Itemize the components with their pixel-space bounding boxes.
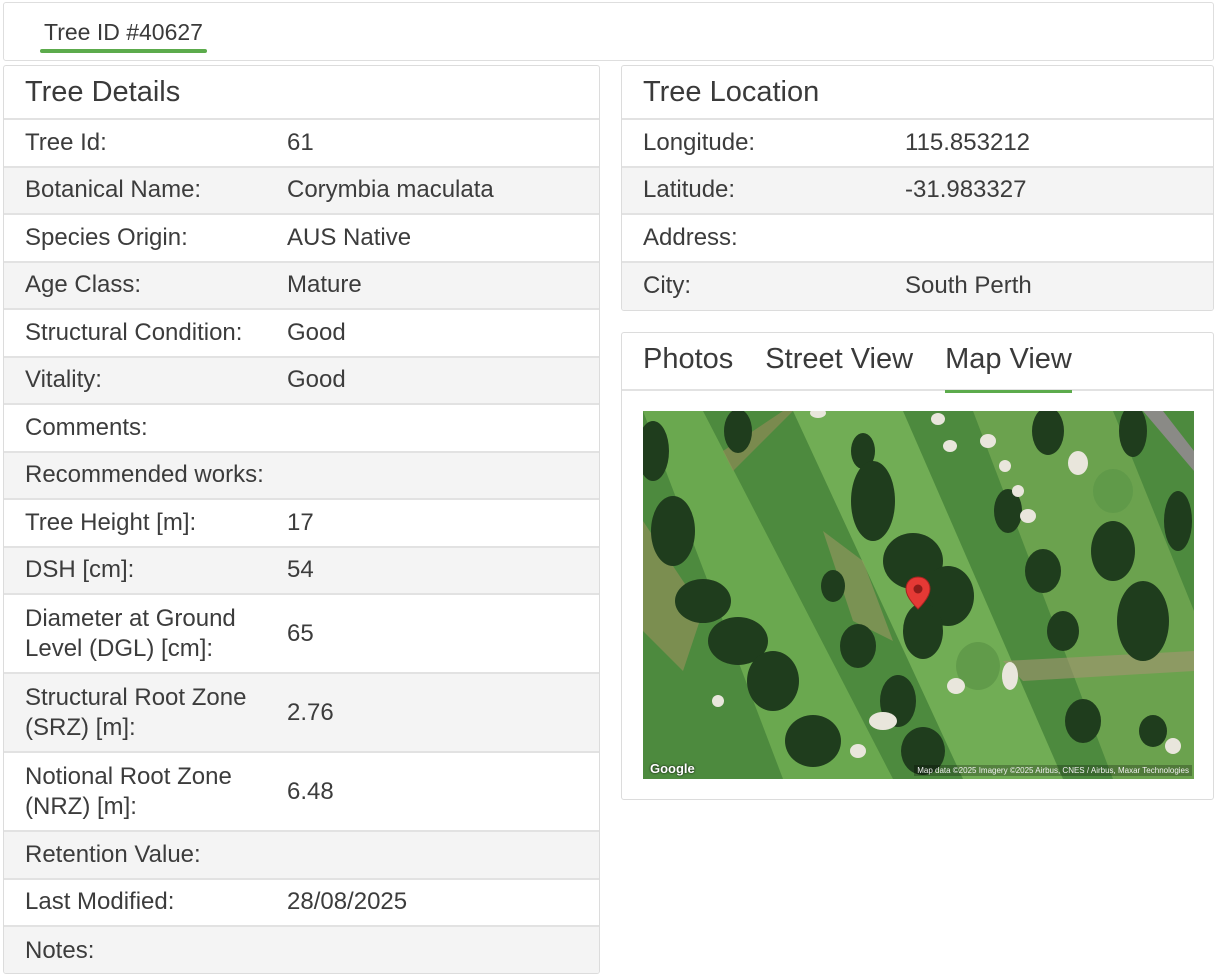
tree-details-title: Tree Details bbox=[4, 66, 599, 120]
detail-label: Tree Id: bbox=[25, 128, 107, 156]
satellite-map[interactable]: Google Map data ©2025 Imagery ©2025 Airb… bbox=[643, 411, 1194, 779]
tab-bar: Tree ID #40627 bbox=[3, 2, 1214, 61]
detail-row-recommended-works: Recommended works: bbox=[4, 452, 599, 500]
detail-row-dsh: DSH [cm]: 54 bbox=[4, 547, 599, 595]
detail-label: Last Modified: bbox=[25, 888, 175, 916]
detail-row-structural-condition: Structural Condition: Good bbox=[4, 310, 599, 358]
detail-row-botanical-name: Botanical Name: Corymbia maculata bbox=[4, 167, 599, 215]
detail-value: 6.48 bbox=[287, 777, 334, 805]
detail-label: Structural Root Zone (SRZ) [m]: bbox=[25, 683, 247, 741]
tree-location-title: Tree Location bbox=[622, 66, 1213, 120]
detail-row-tree-id: Tree Id: 61 bbox=[4, 120, 599, 168]
tree-details-panel: Tree Details Tree Id: 61 Botanical Name: C… bbox=[3, 65, 600, 974]
detail-value: 2.76 bbox=[287, 698, 334, 726]
detail-row-vitality: Vitality: Good bbox=[4, 357, 599, 405]
detail-value: 28/08/2025 bbox=[287, 888, 408, 916]
detail-value: Good bbox=[287, 366, 346, 394]
detail-value: AUS Native bbox=[287, 223, 412, 251]
detail-row-species-origin: Species Origin: AUS Native bbox=[4, 215, 599, 263]
tree-location-panel: Tree Location Longitude: 115.853212 Latit… bbox=[621, 65, 1214, 311]
detail-label: Species Origin: bbox=[25, 223, 188, 251]
location-value: 115.853212 bbox=[905, 128, 1031, 156]
location-row-address: Address: bbox=[622, 215, 1213, 263]
detail-row-comments: Comments: bbox=[4, 405, 599, 453]
detail-label: Recommended works: bbox=[25, 461, 264, 489]
detail-row-last-modified: Last Modified: 28/08/2025 bbox=[4, 880, 599, 927]
detail-label: Vitality: bbox=[25, 366, 102, 394]
detail-label: Diameter at Ground Level (DGL) [cm]: bbox=[25, 604, 236, 662]
location-value: -31.983327 bbox=[905, 176, 1027, 204]
detail-label: Age Class: bbox=[25, 271, 142, 299]
detail-value: Good bbox=[287, 318, 346, 346]
detail-value: 61 bbox=[287, 128, 314, 156]
detail-row-tree-height: Tree Height [m]: 17 bbox=[4, 500, 599, 548]
detail-row-notes: Notes: bbox=[4, 927, 599, 973]
detail-value: 17 bbox=[287, 508, 314, 536]
media-panel: Photos Street View Map View Google Map d… bbox=[621, 332, 1214, 800]
location-label: Address: bbox=[643, 223, 738, 251]
map-marker-icon[interactable] bbox=[905, 576, 931, 610]
detail-label: Botanical Name: bbox=[25, 176, 202, 204]
detail-label: Structural Condition: bbox=[25, 318, 243, 346]
tab-map-view[interactable]: Map View bbox=[945, 343, 1072, 393]
media-tabs: Photos Street View Map View bbox=[622, 333, 1213, 393]
detail-label: Retention Value: bbox=[25, 840, 201, 868]
tab-photos[interactable]: Photos bbox=[643, 343, 733, 380]
detail-row-age-class: Age Class: Mature bbox=[4, 262, 599, 310]
detail-row-srz: Structural Root Zone (SRZ) [m]: 2.76 bbox=[4, 674, 599, 753]
detail-row-retention-value: Retention Value: bbox=[4, 832, 599, 880]
map-attribution[interactable]: Map data ©2025 Imagery ©2025 Airbus, CNE… bbox=[914, 765, 1192, 776]
location-label: Latitude: bbox=[643, 176, 736, 204]
detail-label: Tree Height [m]: bbox=[25, 508, 197, 536]
google-logo: Google bbox=[650, 761, 695, 776]
detail-label: Comments: bbox=[25, 413, 148, 441]
tab-street-view[interactable]: Street View bbox=[765, 343, 913, 380]
location-label: City: bbox=[643, 272, 691, 300]
location-value: South Perth bbox=[905, 272, 1032, 300]
detail-value: 65 bbox=[287, 619, 314, 647]
location-row-longitude: Longitude: 115.853212 bbox=[622, 120, 1213, 168]
detail-label: Notional Root Zone (NRZ) [m]: bbox=[25, 762, 232, 820]
detail-row-dgl: Diameter at Ground Level (DGL) [cm]: 65 bbox=[4, 595, 599, 674]
location-label: Longitude: bbox=[643, 128, 756, 156]
detail-row-nrz: Notional Root Zone (NRZ) [m]: 6.48 bbox=[4, 753, 599, 832]
detail-value: Corymbia maculata bbox=[287, 176, 494, 204]
detail-value: Mature bbox=[287, 271, 362, 299]
detail-label: Notes: bbox=[25, 936, 95, 964]
detail-label: DSH [cm]: bbox=[25, 556, 135, 584]
location-row-city: City: South Perth bbox=[622, 262, 1213, 310]
tab-tree-id[interactable]: Tree ID #40627 bbox=[40, 13, 207, 53]
location-row-latitude: Latitude: -31.983327 bbox=[622, 167, 1213, 215]
detail-value: 54 bbox=[287, 556, 314, 584]
